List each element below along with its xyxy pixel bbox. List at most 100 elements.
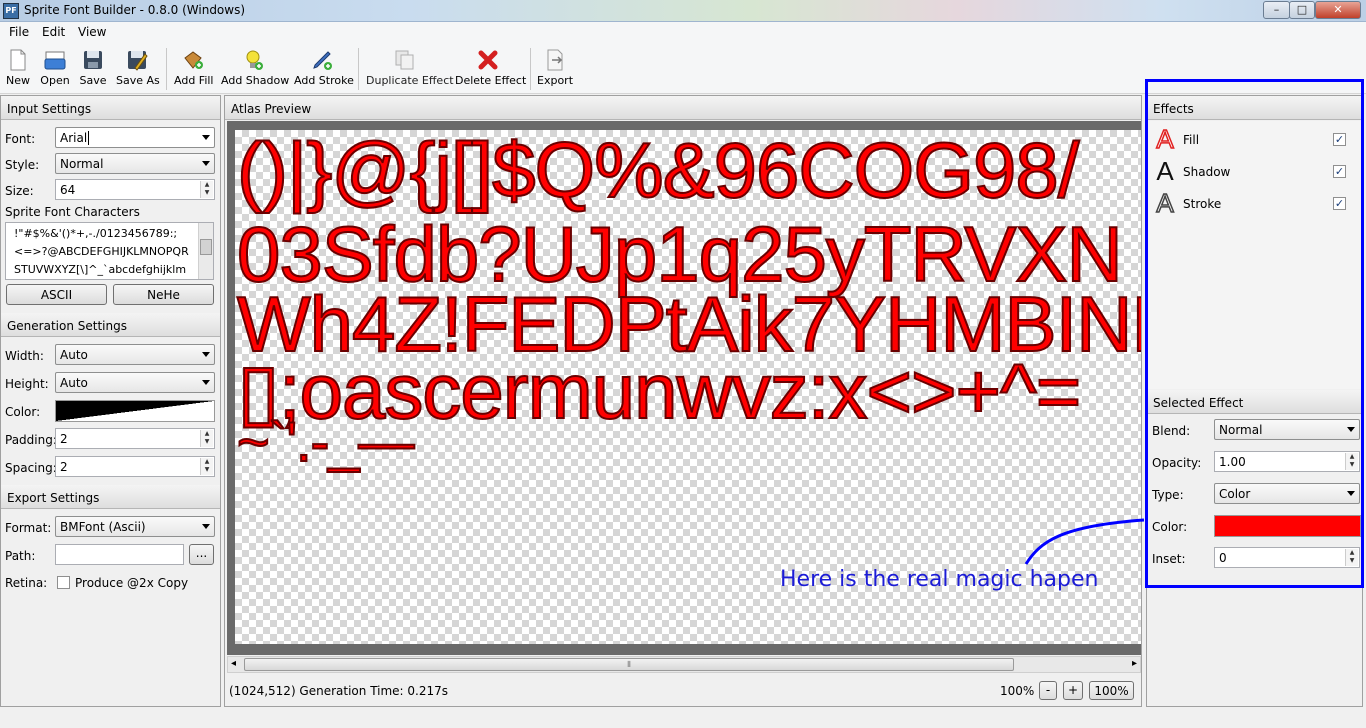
zoom-level: 100% [1000, 684, 1035, 698]
spacing-spinbox[interactable]: 2 ▲ ▼ [55, 456, 215, 477]
characters-textarea[interactable]: !"#$%&'()*+,-./0123456789:; <=>?@ABCDEFG… [5, 222, 214, 280]
paint-bucket-icon [184, 51, 203, 69]
save-button[interactable]: Save [79, 48, 107, 87]
add-shadow-button[interactable]: Add Shadow [221, 48, 289, 87]
toolbar-separator [358, 48, 359, 90]
retina-checkbox-label: Produce @2x Copy [75, 576, 189, 590]
gradient-color-swatch[interactable] [55, 400, 215, 422]
browse-button[interactable]: ... [189, 544, 214, 565]
window-title: Sprite Font Builder - 0.8.0 (Windows) [24, 3, 246, 17]
duplicate-effect-button[interactable]: Duplicate Effect [366, 48, 454, 87]
chevron-down-icon [202, 380, 210, 385]
spin-arrows-icon[interactable]: ▲ ▼ [200, 458, 213, 475]
add-fill-label: Add Fill [174, 74, 214, 87]
height-label: Height: [5, 377, 49, 391]
padding-spinbox[interactable]: 2 ▲ ▼ [55, 428, 215, 449]
export-settings-header: Export Settings [1, 485, 220, 509]
chevron-down-icon [202, 524, 210, 529]
characters-line: <=>?@ABCDEFGHIJKLMNOPQR [14, 245, 189, 258]
close-button[interactable]: ✕ [1315, 1, 1361, 19]
size-spinbox[interactable]: 64 ▲ ▼ [55, 179, 215, 200]
annotation-highlight-box [1145, 79, 1364, 588]
font-combo[interactable]: Arial [55, 127, 215, 148]
menu-file[interactable]: File [9, 25, 29, 39]
delete-effect-label: Delete Effect [455, 74, 527, 87]
nehe-button[interactable]: NeHe [113, 284, 214, 305]
glyph-row: ~`'.-_— [236, 409, 415, 474]
add-shadow-label: Add Shadow [221, 74, 290, 87]
save-as-label: Save As [116, 74, 160, 87]
padding-value: 2 [60, 432, 68, 446]
padding-label: Padding: [5, 433, 57, 447]
menu-edit[interactable]: Edit [42, 25, 65, 39]
scroll-right-icon[interactable]: ▸ [1132, 658, 1137, 669]
style-combo[interactable]: Normal [55, 153, 215, 174]
new-button[interactable]: New [5, 48, 31, 87]
path-label: Path: [5, 549, 36, 563]
delete-effect-button[interactable]: Delete Effect [455, 48, 526, 87]
annotation-text: Here is the real magic hapen [780, 567, 1099, 592]
light-bulb-icon [246, 50, 263, 70]
save-as-button[interactable]: Save As [116, 48, 160, 87]
export-icon [547, 49, 563, 71]
chevron-down-icon [202, 161, 210, 166]
minimize-button[interactable]: – [1263, 1, 1290, 19]
width-value: Auto [60, 348, 88, 362]
save-as-icon [128, 51, 148, 71]
new-file-icon [10, 49, 26, 71]
add-stroke-button[interactable]: Add Stroke [294, 48, 354, 87]
generation-settings-header: Generation Settings [1, 313, 220, 337]
width-combo[interactable]: Auto [55, 344, 215, 365]
atlas-preview-header: Atlas Preview [225, 96, 1141, 120]
spin-arrows-icon[interactable]: ▲ ▼ [200, 430, 213, 447]
glyph-row: ()|}@{j[]$Q%&96COG98/ [236, 130, 1080, 214]
zoom-reset-button[interactable]: 100% [1089, 681, 1134, 700]
retina-label: Retina: [5, 576, 48, 590]
width-label: Width: [5, 349, 44, 363]
style-label: Style: [5, 158, 40, 172]
new-label: New [6, 74, 30, 87]
duplicate-icon [395, 50, 414, 70]
save-icon [84, 51, 102, 69]
export-button[interactable]: Export [537, 48, 573, 87]
add-fill-button[interactable]: Add Fill [174, 48, 214, 87]
menu-view[interactable]: View [78, 25, 106, 39]
open-label: Open [40, 74, 70, 87]
path-input[interactable] [55, 544, 184, 565]
chevron-down-icon [202, 352, 210, 357]
characters-line: !"#$%&'()*+,-./0123456789:; [14, 227, 178, 240]
font-value: Arial [60, 131, 88, 145]
style-value: Normal [60, 157, 104, 171]
size-value: 64 [60, 183, 76, 197]
annotation-curve-arrow [1024, 518, 1145, 565]
format-combo[interactable]: BMFont (Ascii) [55, 516, 215, 537]
characters-scrollbar[interactable] [198, 223, 213, 279]
spacing-value: 2 [60, 460, 68, 474]
status-text: (1024,512) Generation Time: 0.217s [229, 684, 449, 698]
horizontal-scrollbar[interactable]: ◂ ⦀ ▸ [227, 656, 1141, 673]
characters-line: STUVWXYZ[\]^_`abcdefghijklm [14, 263, 187, 276]
delete-icon [478, 50, 498, 70]
chevron-down-icon [202, 135, 210, 140]
app-icon: PF [3, 3, 19, 19]
toolbar-separator [166, 48, 167, 90]
open-button[interactable]: Open [40, 48, 70, 87]
spin-arrows-icon[interactable]: ▲ ▼ [200, 181, 213, 198]
retina-checkbox[interactable] [57, 576, 70, 589]
duplicate-effect-label: Duplicate Effect [366, 74, 454, 87]
size-label: Size: [5, 184, 34, 198]
scroll-left-icon[interactable]: ◂ [231, 658, 236, 669]
save-label: Save [79, 74, 107, 87]
input-settings-header: Input Settings [1, 96, 220, 120]
maximize-button[interactable]: □ [1289, 1, 1315, 19]
spacing-label: Spacing: [5, 461, 57, 475]
add-stroke-label: Add Stroke [294, 74, 354, 87]
format-value: BMFont (Ascii) [60, 520, 146, 534]
zoom-out-button[interactable]: - [1039, 681, 1057, 700]
ascii-button[interactable]: ASCII [6, 284, 107, 305]
font-label: Font: [5, 132, 36, 146]
height-combo[interactable]: Auto [55, 372, 215, 393]
scroll-thumb[interactable]: ⦀ [244, 658, 1014, 671]
format-label: Format: [5, 521, 52, 535]
zoom-in-button[interactable]: + [1063, 681, 1083, 700]
